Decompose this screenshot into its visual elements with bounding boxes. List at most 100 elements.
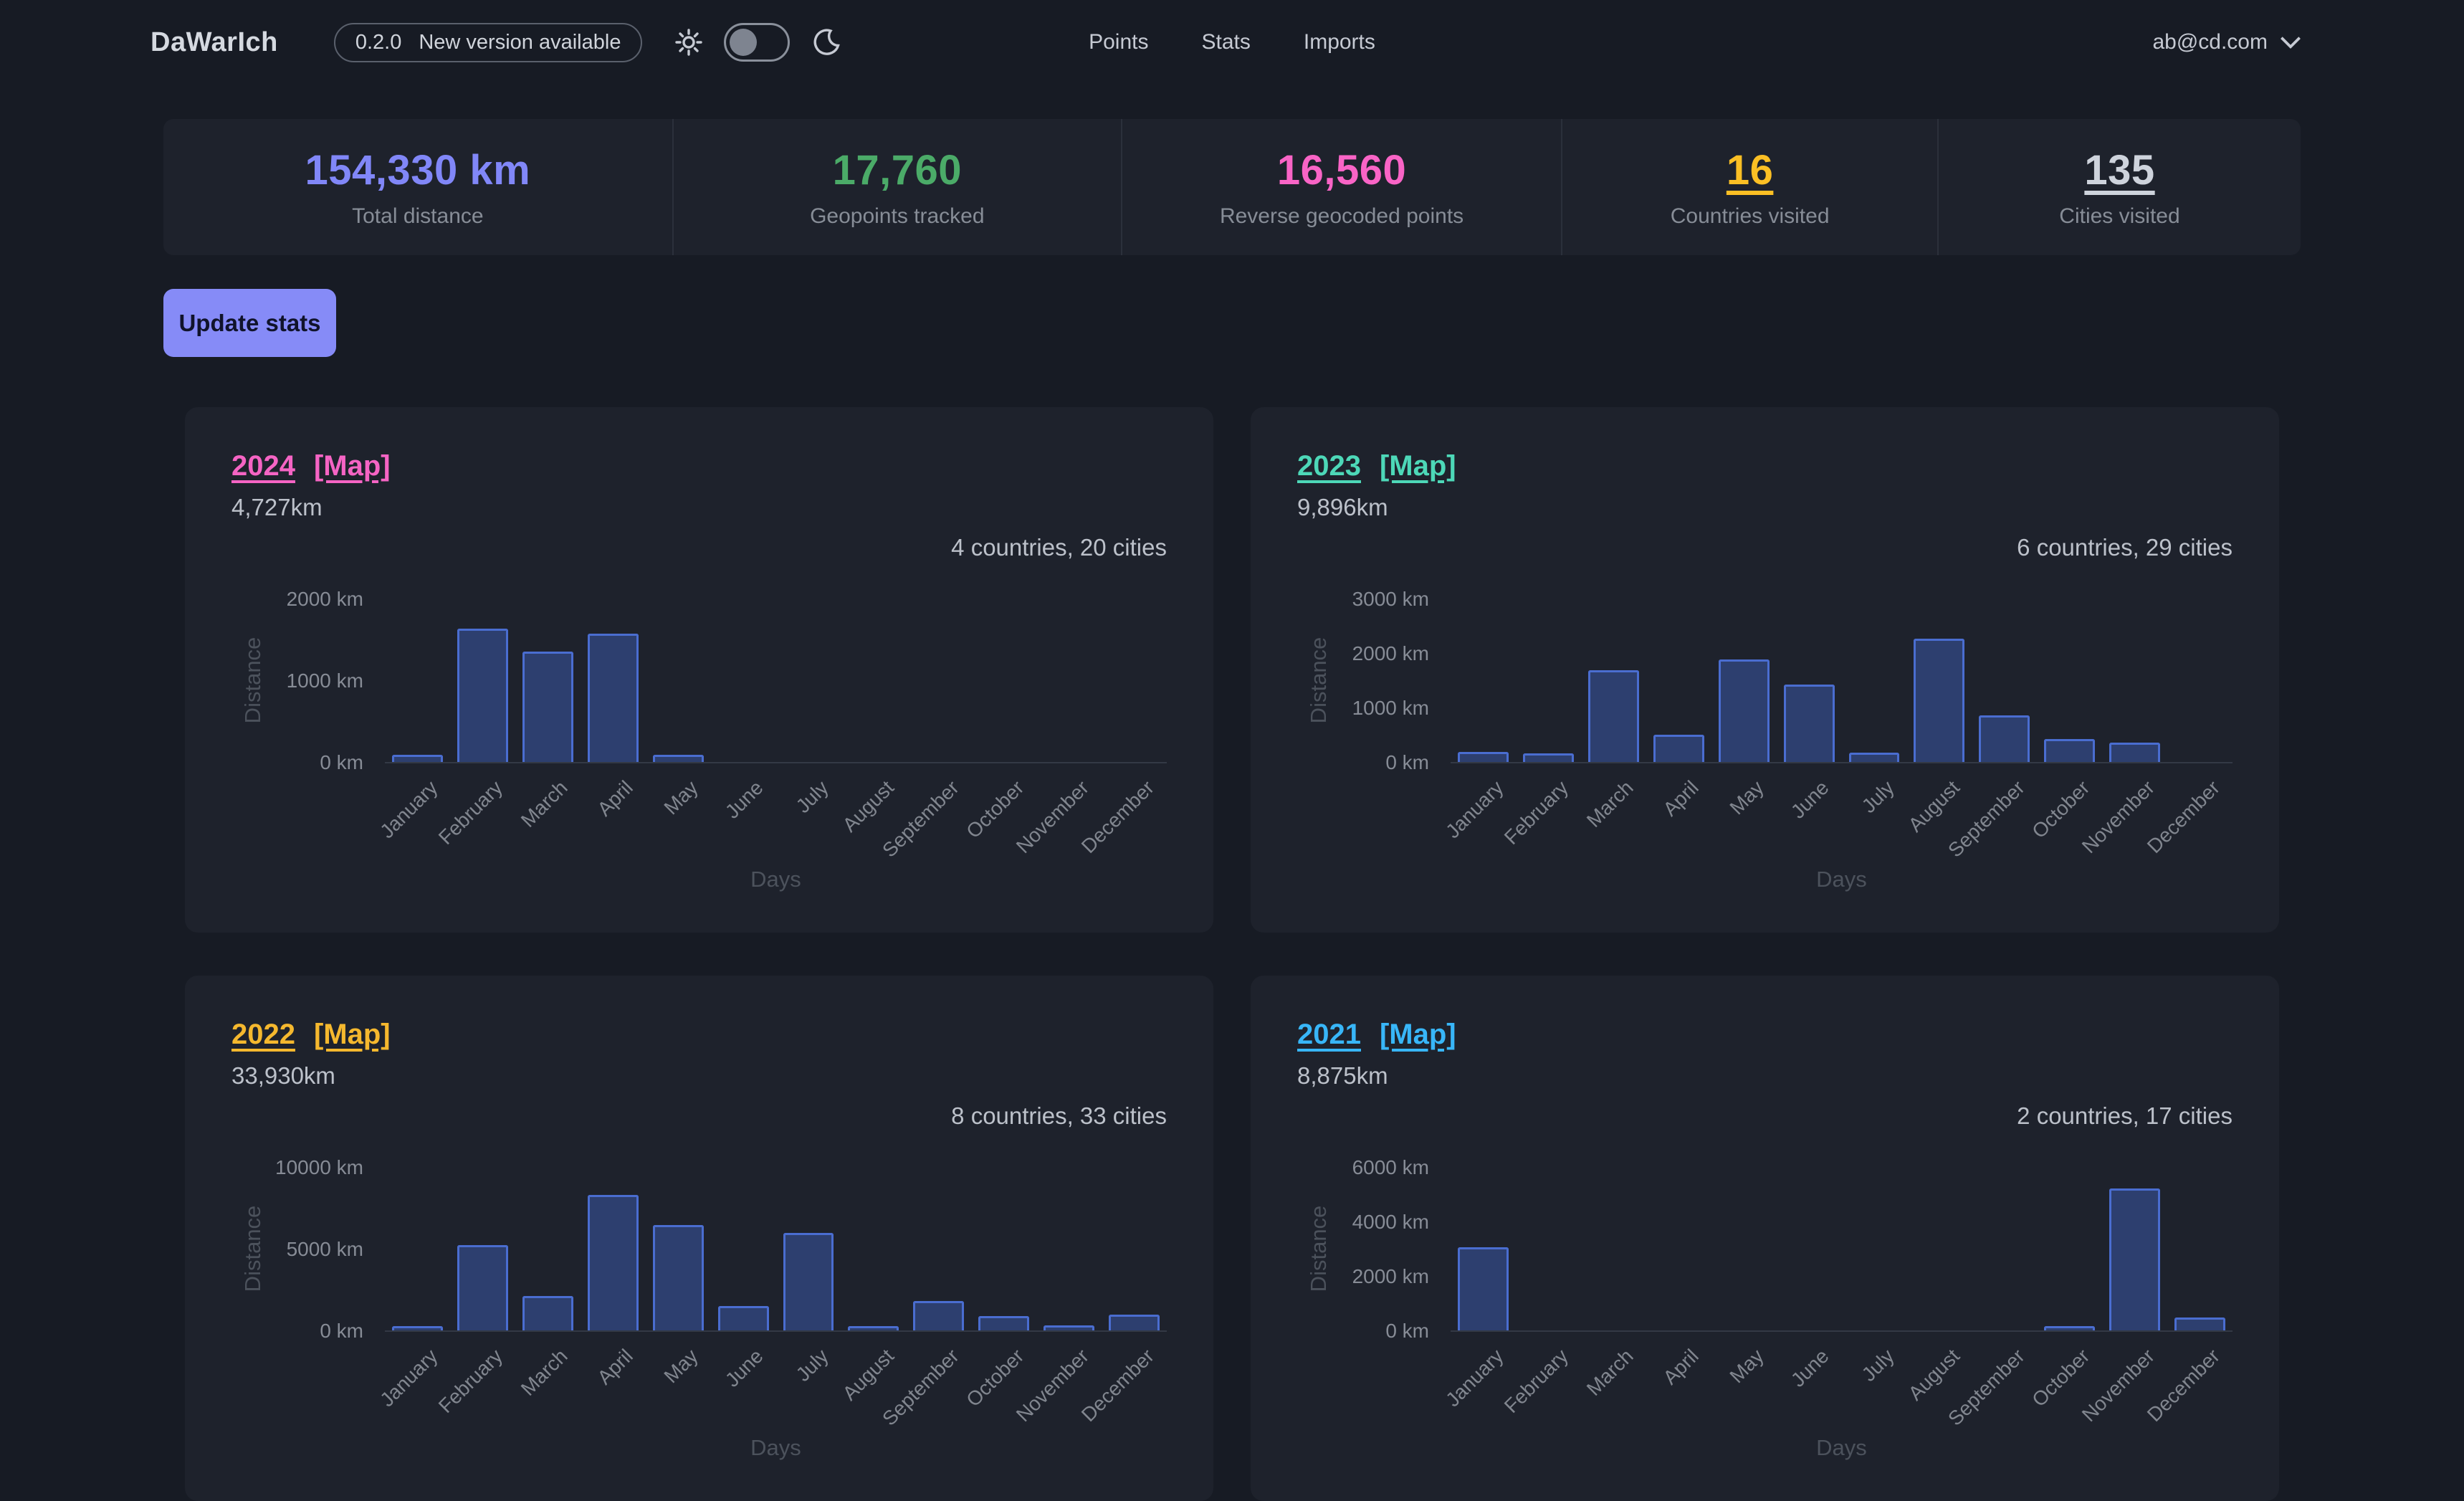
distance-bar-chart-2023: Distance 0 km1000 km2000 km3000 km Janua… — [1297, 577, 2233, 892]
bar-april[interactable] — [588, 1195, 639, 1330]
bar-slot — [2102, 599, 2167, 762]
bar-july[interactable] — [1849, 753, 1900, 762]
bar-september[interactable] — [913, 1301, 964, 1330]
bar-february[interactable] — [1523, 753, 1574, 762]
bar-slot — [906, 1167, 971, 1330]
x-axis-tick-label: June — [721, 1345, 768, 1392]
year-link-2023[interactable]: 2023 — [1297, 450, 1361, 482]
stat-cities-visited: 135 Cities visited — [1937, 119, 2301, 255]
bar-august[interactable] — [848, 1326, 899, 1330]
bar-march[interactable] — [1588, 670, 1639, 762]
x-axis-tick-label: March — [517, 776, 573, 832]
user-menu[interactable]: ab@cd.com — [2152, 30, 2298, 54]
bar-slot — [1711, 599, 1777, 762]
bar-june[interactable] — [718, 1306, 769, 1330]
bar-november[interactable] — [1044, 1325, 1094, 1330]
bar-slot — [711, 1167, 776, 1330]
update-stats-button[interactable]: Update stats — [163, 289, 336, 357]
bar-slot — [1842, 599, 1907, 762]
bar-slot — [711, 599, 776, 762]
x-axis-tick-label: October — [962, 776, 1028, 843]
bar-slot — [1711, 1167, 1777, 1330]
year-link-2021[interactable]: 2021 — [1297, 1019, 1361, 1051]
bar-slot — [2167, 1167, 2233, 1330]
bar-slot — [1516, 1167, 1581, 1330]
bar-april[interactable] — [588, 634, 639, 762]
bar-slot — [646, 1167, 711, 1330]
bar-october[interactable] — [978, 1316, 1029, 1330]
bar-november[interactable] — [2109, 1188, 2160, 1330]
year-card-2024: 2024 [Map] 4,727km 4 countries, 20 citie… — [185, 407, 1213, 933]
x-axis-tick-label: April — [593, 1345, 638, 1389]
card-head: 2024 [Map] — [231, 450, 1167, 482]
y-axis-labels: 0 km1000 km2000 km3000 km — [1297, 599, 1441, 762]
x-axis-tick-label: June — [1787, 1345, 1834, 1392]
bar-january[interactable] — [1458, 752, 1509, 762]
y-axis-tick-label: 0 km — [1385, 1320, 1429, 1343]
bar-november[interactable] — [2109, 743, 2160, 762]
version-number: 0.2.0 — [355, 31, 402, 54]
x-axis-tick-label: July — [792, 1345, 834, 1386]
x-axis-labels: JanuaryFebruaryMarchAprilMayJuneJulyAugu… — [385, 1333, 1167, 1438]
app-logo[interactable]: DaWarIch — [151, 27, 278, 58]
year-cards-grid: 2024 [Map] 4,727km 4 countries, 20 citie… — [163, 407, 2301, 1501]
stat-countries-visited: 16 Countries visited — [1561, 119, 1937, 255]
bar-april[interactable] — [1653, 735, 1704, 762]
x-axis-tick-label: April — [1659, 1345, 1704, 1389]
map-link-2022[interactable]: [Map] — [314, 1019, 391, 1051]
bar-march[interactable] — [522, 1296, 573, 1330]
year-link-2022[interactable]: 2022 — [231, 1019, 295, 1051]
x-axis-tick-label: May — [660, 1345, 703, 1388]
bar-march[interactable] — [522, 652, 573, 762]
bar-may[interactable] — [653, 1225, 704, 1330]
countries-visited-link[interactable]: 16 — [1727, 146, 1774, 194]
bar-slot — [1646, 599, 1711, 762]
year-link-2024[interactable]: 2024 — [231, 450, 295, 482]
bar-october[interactable] — [2044, 1326, 2095, 1330]
bar-slot — [776, 599, 841, 762]
x-axis-tick-label: January — [1441, 776, 1508, 843]
bar-slot — [515, 599, 581, 762]
map-link-2021[interactable]: [Map] — [1380, 1019, 1456, 1051]
map-link-2024[interactable]: [Map] — [314, 450, 391, 482]
nav-link-imports[interactable]: Imports — [1304, 30, 1375, 54]
cities-visited-link[interactable]: 135 — [2084, 146, 2154, 194]
x-axis-tick-label: January — [1441, 1345, 1508, 1411]
bar-january[interactable] — [1458, 1247, 1509, 1330]
bar-slot — [1102, 599, 1167, 762]
bar-january[interactable] — [392, 1326, 443, 1330]
bar-september[interactable] — [1979, 715, 2030, 762]
dashboard-content: 154,330 km Total distance 17,760 Geopoin… — [163, 119, 2301, 1501]
bar-july[interactable] — [783, 1233, 834, 1330]
y-axis-tick-label: 3000 km — [1352, 588, 1429, 611]
year-card-2022: 2022 [Map] 33,930km 8 countries, 33 citi… — [185, 976, 1213, 1501]
y-axis-labels: 0 km2000 km4000 km6000 km — [1297, 1167, 1441, 1330]
y-axis-labels: 0 km1000 km2000 km — [231, 599, 375, 762]
moon-icon — [810, 27, 841, 58]
bar-december[interactable] — [2174, 1317, 2225, 1330]
theme-toggle-switch[interactable] — [724, 23, 790, 62]
bar-august[interactable] — [1914, 639, 1964, 762]
bar-may[interactable] — [1719, 659, 1770, 762]
bar-january[interactable] — [392, 755, 443, 762]
bar-february[interactable] — [457, 1245, 508, 1330]
map-link-2023[interactable]: [Map] — [1380, 450, 1456, 482]
bar-slot — [2037, 599, 2102, 762]
bar-february[interactable] — [457, 629, 508, 762]
nav-link-points[interactable]: Points — [1089, 30, 1148, 54]
bar-december[interactable] — [1109, 1315, 1160, 1330]
bar-slot — [1581, 599, 1646, 762]
nav-link-stats[interactable]: Stats — [1201, 30, 1250, 54]
bar-may[interactable] — [653, 755, 704, 762]
x-axis-labels: JanuaryFebruaryMarchAprilMayJuneJulyAugu… — [1451, 765, 2233, 869]
bar-october[interactable] — [2044, 739, 2095, 762]
x-axis-tick-label: March — [1582, 776, 1638, 832]
bar-slot — [2102, 1167, 2167, 1330]
bar-june[interactable] — [1784, 685, 1835, 762]
year-summary: 8 countries, 33 cities — [231, 1102, 1167, 1130]
y-axis-tick-label: 2000 km — [1352, 1265, 1429, 1288]
version-badge[interactable]: 0.2.0 New version available — [334, 23, 643, 62]
bar-slot — [2037, 1167, 2102, 1330]
stat-label: Total distance — [352, 204, 483, 229]
x-axis-tick-label: July — [1858, 1345, 1899, 1386]
